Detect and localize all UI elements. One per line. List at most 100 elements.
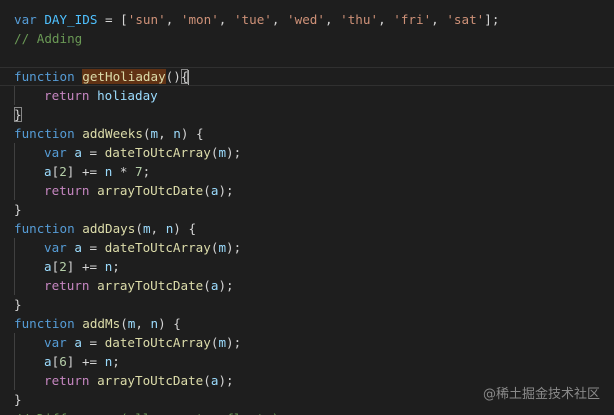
code-line[interactable]: return holiaday <box>14 86 614 105</box>
string-token: 'sat' <box>446 12 485 27</box>
punctuation-token: ( <box>203 373 211 388</box>
code-line[interactable]: var a = dateToUtcArray(m); <box>14 238 614 257</box>
constant-token: DAY_IDS <box>44 12 98 27</box>
string-token: 'wed' <box>287 12 325 27</box>
code-line[interactable]: function addMs(m, n) { <box>14 314 614 333</box>
code-line[interactable]: var DAY_IDS = ['sun', 'mon', 'tue', 'wed… <box>14 10 614 29</box>
number-token: 2 <box>59 164 67 179</box>
code-area[interactable]: var DAY_IDS = ['sun', 'mon', 'tue', 'wed… <box>14 10 614 415</box>
identifier-token: m <box>142 221 151 236</box>
code-editor[interactable]: var DAY_IDS = ['sun', 'mon', 'tue', 'wed… <box>0 0 614 415</box>
code-line[interactable]: return arrayToUtcDate(a); <box>14 276 614 295</box>
punctuation-token: , <box>378 12 394 27</box>
punctuation-token: , <box>150 221 166 236</box>
text-cursor <box>188 70 190 85</box>
keyword-token: var <box>14 12 37 27</box>
keyword-token: var <box>44 145 67 160</box>
identifier-token: a <box>74 240 82 255</box>
code-line[interactable] <box>14 48 614 67</box>
punctuation-token: ] += <box>66 354 105 369</box>
punctuation-token <box>90 373 98 388</box>
comment-token: // Adding <box>14 31 83 46</box>
punctuation-token: ); <box>226 240 242 255</box>
punctuation-token: , <box>324 12 341 27</box>
keyword-token: var <box>44 240 67 255</box>
punctuation-token: } <box>14 297 22 312</box>
punctuation-token <box>90 278 98 293</box>
identifier-token: a <box>44 354 52 369</box>
punctuation-token: = [ <box>97 12 128 27</box>
punctuation-token: ) { <box>173 221 197 236</box>
indent-guide <box>14 276 44 295</box>
punctuation-token: , <box>158 126 174 141</box>
code-line[interactable]: a[2] += n; <box>14 257 614 276</box>
code-line[interactable]: a[6] += n; <box>14 352 614 371</box>
punctuation-token: ( <box>203 278 211 293</box>
identifier-token: holiaday <box>97 88 158 103</box>
code-line[interactable]: } <box>14 295 614 314</box>
punctuation-token: } <box>14 202 22 217</box>
function-name-token: arrayToUtcDate <box>97 183 204 198</box>
string-token: 'tue' <box>233 12 272 27</box>
function-name-token: addWeeks <box>82 126 143 141</box>
indent-guide <box>14 162 44 181</box>
highlighted-function-name: getHoliaday <box>82 69 166 84</box>
keyword-token: function <box>14 316 75 331</box>
punctuation-token: ); <box>218 278 234 293</box>
function-name-token: dateToUtcArray <box>104 335 211 350</box>
punctuation-token: * <box>112 164 136 179</box>
identifier-token: m <box>218 145 227 160</box>
function-name-token: addDays <box>82 221 136 236</box>
punctuation-token <box>90 183 98 198</box>
code-line[interactable]: // Adding <box>14 29 614 48</box>
string-token: 'mon' <box>180 12 219 27</box>
matched-bracket: } <box>14 107 22 122</box>
identifier-token: a <box>74 145 82 160</box>
identifier-token: a <box>74 335 82 350</box>
watermark: @稀土掘金技术社区 <box>482 387 600 402</box>
matched-bracket: { <box>180 69 189 84</box>
code-line[interactable]: function getHoliaday(){ <box>0 67 614 86</box>
identifier-token: n <box>150 316 159 331</box>
code-line[interactable]: var a = dateToUtcArray(m); <box>14 143 614 162</box>
identifier-token: m <box>150 126 159 141</box>
code-line[interactable]: a[2] += n * 7; <box>14 162 614 181</box>
keyword-token: return <box>44 183 90 198</box>
code-line[interactable]: } <box>14 105 614 124</box>
punctuation-token: ( <box>120 316 128 331</box>
identifier-token: a <box>44 164 52 179</box>
keyword-token: var <box>44 335 67 350</box>
punctuation-token: , <box>218 12 234 27</box>
string-token: 'thu' <box>340 12 379 27</box>
keyword-token: return <box>44 88 90 103</box>
keyword-token: return <box>44 278 90 293</box>
comment-token: // Difference (all are utc, floats) <box>14 411 279 415</box>
number-token: 7 <box>135 164 143 179</box>
code-line[interactable]: var a = dateToUtcArray(m); <box>14 333 614 352</box>
punctuation-token: ] += <box>66 259 105 274</box>
punctuation-token: ) { <box>158 316 181 331</box>
punctuation-token: () <box>165 69 181 84</box>
identifier-token: m <box>218 335 227 350</box>
punctuation-token: ( <box>203 183 211 198</box>
indent-guide <box>14 143 44 162</box>
punctuation-token: ; <box>112 354 120 369</box>
function-name-token: addMs <box>82 316 121 331</box>
indent-guide <box>14 257 44 276</box>
indent-guide <box>14 371 44 390</box>
keyword-token: function <box>14 126 75 141</box>
function-name-token: dateToUtcArray <box>104 145 211 160</box>
punctuation-token: ; <box>142 164 151 179</box>
punctuation-token: = <box>81 240 105 255</box>
punctuation-token: ]; <box>484 12 500 27</box>
code-line[interactable]: return arrayToUtcDate(a); <box>14 181 614 200</box>
punctuation-token: , <box>165 12 181 27</box>
code-line[interactable]: function addWeeks(m, n) { <box>14 124 614 143</box>
punctuation-token <box>90 88 98 103</box>
code-line[interactable]: } <box>14 200 614 219</box>
punctuation-token: ); <box>218 373 234 388</box>
punctuation-token: , <box>135 316 151 331</box>
code-line[interactable]: // Difference (all are utc, floats) <box>14 409 614 415</box>
code-line[interactable]: function addDays(m, n) { <box>14 219 614 238</box>
function-name-token: arrayToUtcDate <box>97 373 204 388</box>
